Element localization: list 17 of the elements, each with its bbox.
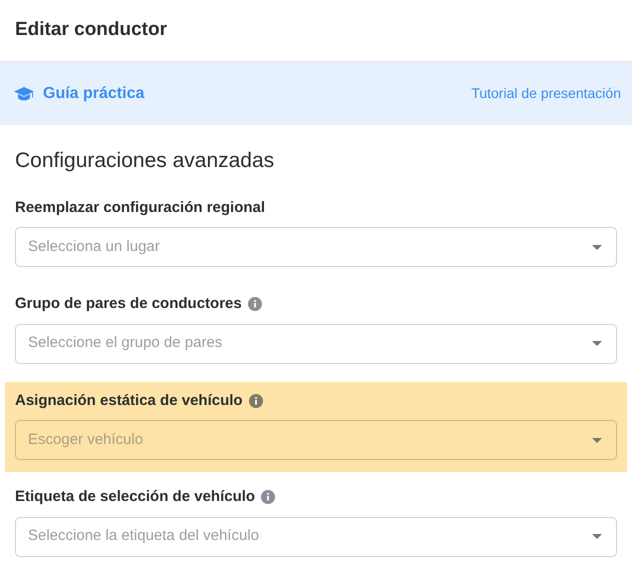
section-heading: Configuraciones avanzadas bbox=[14, 148, 276, 174]
graduation-cap-icon bbox=[14, 86, 34, 100]
select-field[interactable]: Seleccione la etiqueta del vehículo bbox=[15, 516, 617, 556]
page-title: Editar conductor bbox=[15, 18, 168, 42]
caret-icon bbox=[592, 534, 602, 539]
select-field[interactable]: Seleccione el grupo de pares bbox=[15, 324, 617, 364]
field-label: Etiqueta de selección de vehículo bbox=[15, 487, 256, 507]
field-label: Grupo de pares de conductores bbox=[15, 294, 242, 314]
caret-icon bbox=[592, 341, 602, 346]
guide-label: Guía práctica bbox=[43, 84, 144, 104]
tutorial-link[interactable]: Tutorial de presentación bbox=[471, 83, 621, 104]
select-field[interactable]: Escoger vehículo bbox=[15, 420, 617, 460]
field-label: Reemplazar configuración regional bbox=[15, 198, 266, 218]
caret-icon bbox=[592, 438, 602, 442]
field-label: Asignación estática de vehículo bbox=[15, 390, 243, 410]
caret-icon bbox=[592, 244, 602, 250]
select-field[interactable]: Selecciona un lugar bbox=[15, 227, 617, 267]
